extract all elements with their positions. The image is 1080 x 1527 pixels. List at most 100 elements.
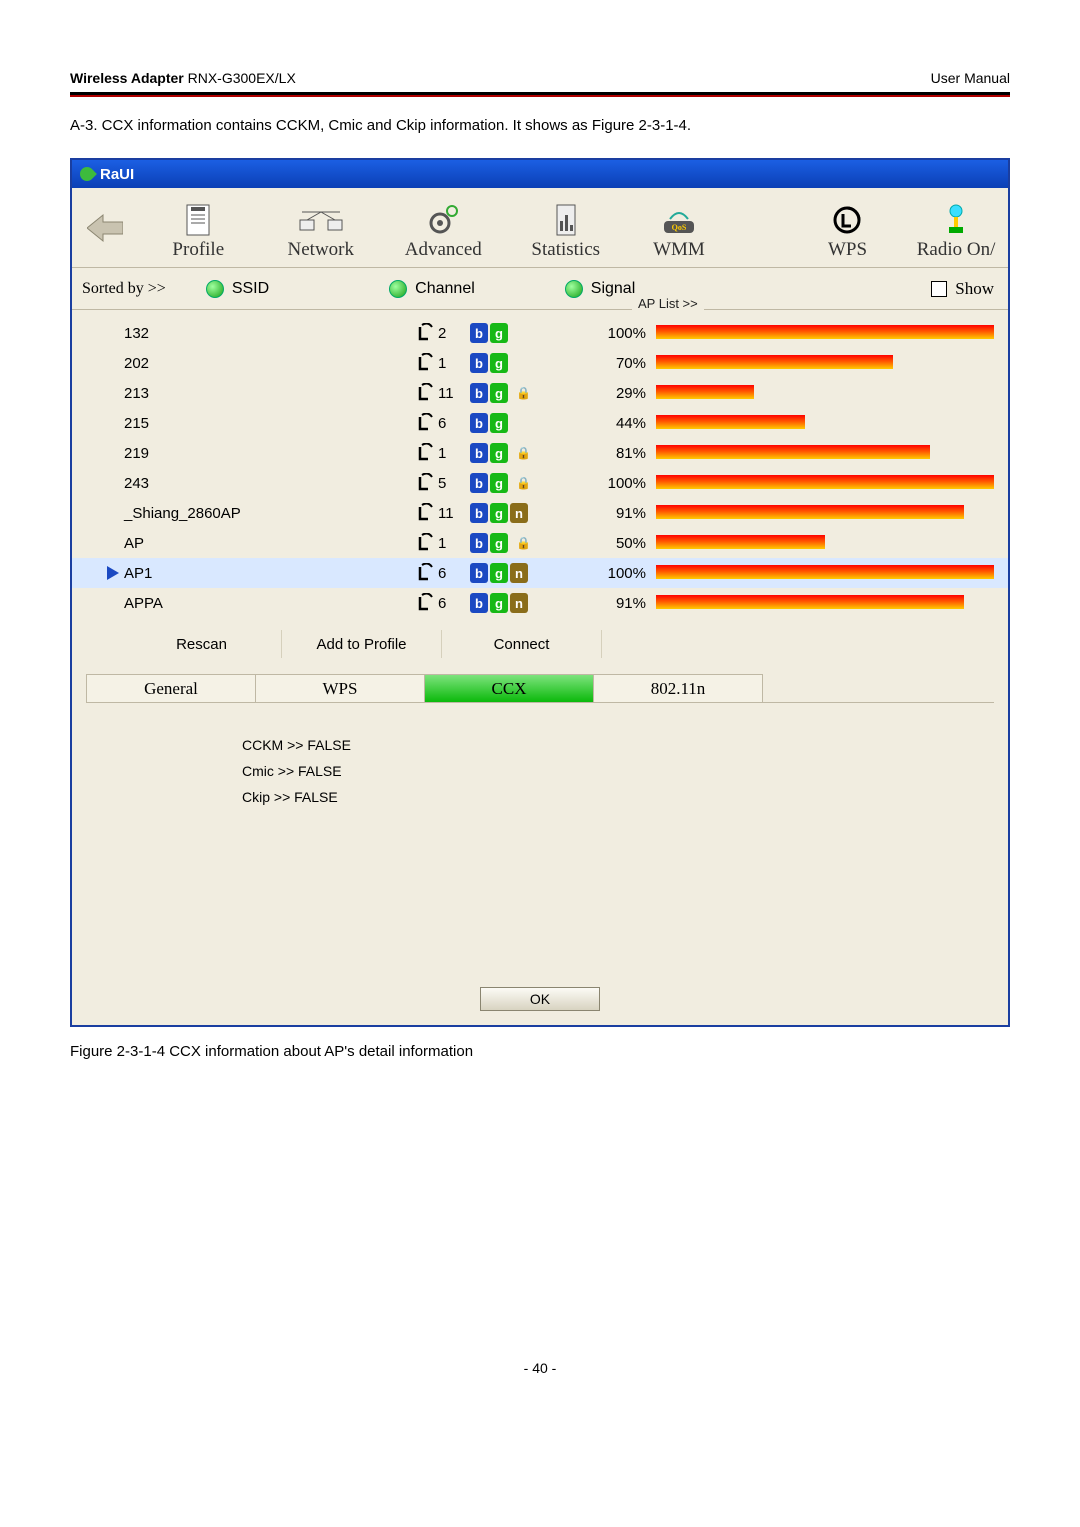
main-toolbar: Profile Network Advanced Statistics <box>72 188 1008 268</box>
channel-cell: 1 <box>434 445 470 462</box>
toolbar-network[interactable]: Network <box>260 188 382 267</box>
ssid-cell: 213 <box>124 385 404 402</box>
ssid-cell: 215 <box>124 415 404 432</box>
sort-row: Sorted by >> SSID Channel Signal Show AP… <box>72 268 1008 310</box>
row-selected-icon <box>102 566 124 580</box>
ssid-cell: APPA <box>124 595 404 612</box>
tab-80211n[interactable]: 802.11n <box>593 674 763 702</box>
channel-cell: 1 <box>434 355 470 372</box>
tab-wps[interactable]: WPS <box>255 674 425 702</box>
ap-row[interactable]: 2191bg🔒81% <box>72 438 1008 468</box>
tab-general[interactable]: General <box>86 674 256 702</box>
doc-right: User Manual <box>931 70 1010 86</box>
toolbar-radio[interactable]: Radio On/ <box>904 188 1008 267</box>
ckip-value: Ckip >> FALSE <box>242 789 1008 805</box>
toolbar-statistics[interactable]: Statistics <box>505 188 627 267</box>
signal-bar <box>656 565 994 581</box>
channel-icon <box>404 503 434 523</box>
ap-row[interactable]: 1322bg100% <box>72 318 1008 348</box>
signal-bar <box>656 595 994 611</box>
doc-header: Wireless Adapter RNX-G300EX/LX User Manu… <box>70 70 1010 95</box>
ssid-cell: AP1 <box>124 565 404 582</box>
signal-cell: 100% <box>590 475 656 492</box>
figure-caption: Figure 2-3-1-4 CCX information about AP'… <box>70 1043 1010 1060</box>
ap-row[interactable]: 2435bg🔒100% <box>72 468 1008 498</box>
signal-bar <box>656 355 994 371</box>
toolbar-advanced[interactable]: Advanced <box>382 188 504 267</box>
ssid-cell: AP <box>124 535 404 552</box>
mode-badges: bgn <box>470 563 590 583</box>
signal-cell: 29% <box>590 385 656 402</box>
mode-badges: bg <box>470 413 590 433</box>
ok-row: OK <box>72 983 1008 1025</box>
channel-icon <box>404 413 434 433</box>
back-arrow-icon <box>87 213 123 243</box>
channel-icon <box>404 593 434 613</box>
radio-icon <box>206 280 224 298</box>
mode-badges: bg🔒 <box>470 533 590 553</box>
signal-bar <box>656 535 994 551</box>
channel-cell: 1 <box>434 535 470 552</box>
ap-list-label: AP List >> <box>632 296 704 311</box>
signal-bar <box>656 445 994 461</box>
sort-signal[interactable]: Signal <box>565 280 635 298</box>
channel-cell: 11 <box>434 505 470 522</box>
cckm-value: CCKM >> FALSE <box>242 737 1008 753</box>
radio-icon <box>565 280 583 298</box>
channel-icon <box>404 563 434 583</box>
signal-bar <box>656 385 994 401</box>
ssid-cell: _Shiang_2860AP <box>124 505 404 522</box>
sort-channel[interactable]: Channel <box>389 280 475 298</box>
ap-row[interactable]: 2156bg44% <box>72 408 1008 438</box>
signal-cell: 100% <box>590 565 656 582</box>
titlebar: RaUI <box>72 160 1008 188</box>
signal-bar <box>656 325 994 341</box>
signal-cell: 50% <box>590 535 656 552</box>
ok-button[interactable]: OK <box>480 987 600 1011</box>
toolbar-wps[interactable]: WPS <box>791 188 904 267</box>
titlebar-text: RaUI <box>100 166 134 183</box>
checkbox-icon <box>931 281 947 297</box>
ccx-info-panel: CCKM >> FALSE Cmic >> FALSE Ckip >> FALS… <box>72 703 1008 983</box>
rescan-button[interactable]: Rescan <box>122 630 282 658</box>
tab-ccx[interactable]: CCX <box>424 674 594 702</box>
channel-icon <box>404 353 434 373</box>
lock-icon: 🔒 <box>516 536 530 550</box>
ap-row[interactable]: AP 1bg🔒50% <box>72 528 1008 558</box>
connect-button[interactable]: Connect <box>442 630 602 658</box>
channel-cell: 5 <box>434 475 470 492</box>
ap-list: 1322bg100%2021bg70%21311bg🔒29%2156bg44%2… <box>72 310 1008 624</box>
signal-bar <box>656 415 994 431</box>
ap-row[interactable]: AP1 6bgn100% <box>72 558 1008 588</box>
add-to-profile-button[interactable]: Add to Profile <box>282 630 442 658</box>
radio-on-icon <box>943 201 969 239</box>
mode-badges: bgn <box>470 503 590 523</box>
ssid-cell: 132 <box>124 325 404 342</box>
channel-icon <box>404 443 434 463</box>
ap-row[interactable]: 21311bg🔒29% <box>72 378 1008 408</box>
channel-icon <box>404 473 434 493</box>
lock-icon: 🔒 <box>516 446 530 460</box>
signal-cell: 91% <box>590 595 656 612</box>
ap-row[interactable]: APPA6bgn91% <box>72 588 1008 618</box>
ap-row[interactable]: _Shiang_2860AP 11bgn91% <box>72 498 1008 528</box>
mode-badges: bg <box>470 323 590 343</box>
signal-cell: 91% <box>590 505 656 522</box>
network-icon <box>296 201 346 239</box>
show-checkbox[interactable]: Show <box>931 279 994 299</box>
ap-row[interactable]: 2021bg70% <box>72 348 1008 378</box>
detail-tabs: General WPS CCX 802.11n <box>86 674 994 703</box>
channel-cell: 6 <box>434 565 470 582</box>
sort-ssid[interactable]: SSID <box>206 280 269 298</box>
sorted-by-label: Sorted by >> <box>82 280 166 298</box>
ssid-cell: 243 <box>124 475 404 492</box>
cmic-value: Cmic >> FALSE <box>242 763 1008 779</box>
mode-badges: bg🔒 <box>470 383 590 403</box>
toolbar-wmm[interactable]: QoS WMM <box>627 188 731 267</box>
toolbar-profile[interactable]: Profile <box>137 188 259 267</box>
wps-icon <box>833 201 861 239</box>
back-button[interactable] <box>72 188 137 267</box>
signal-bar <box>656 505 994 521</box>
action-buttons: Rescan Add to Profile Connect <box>72 624 1008 668</box>
channel-cell: 6 <box>434 595 470 612</box>
